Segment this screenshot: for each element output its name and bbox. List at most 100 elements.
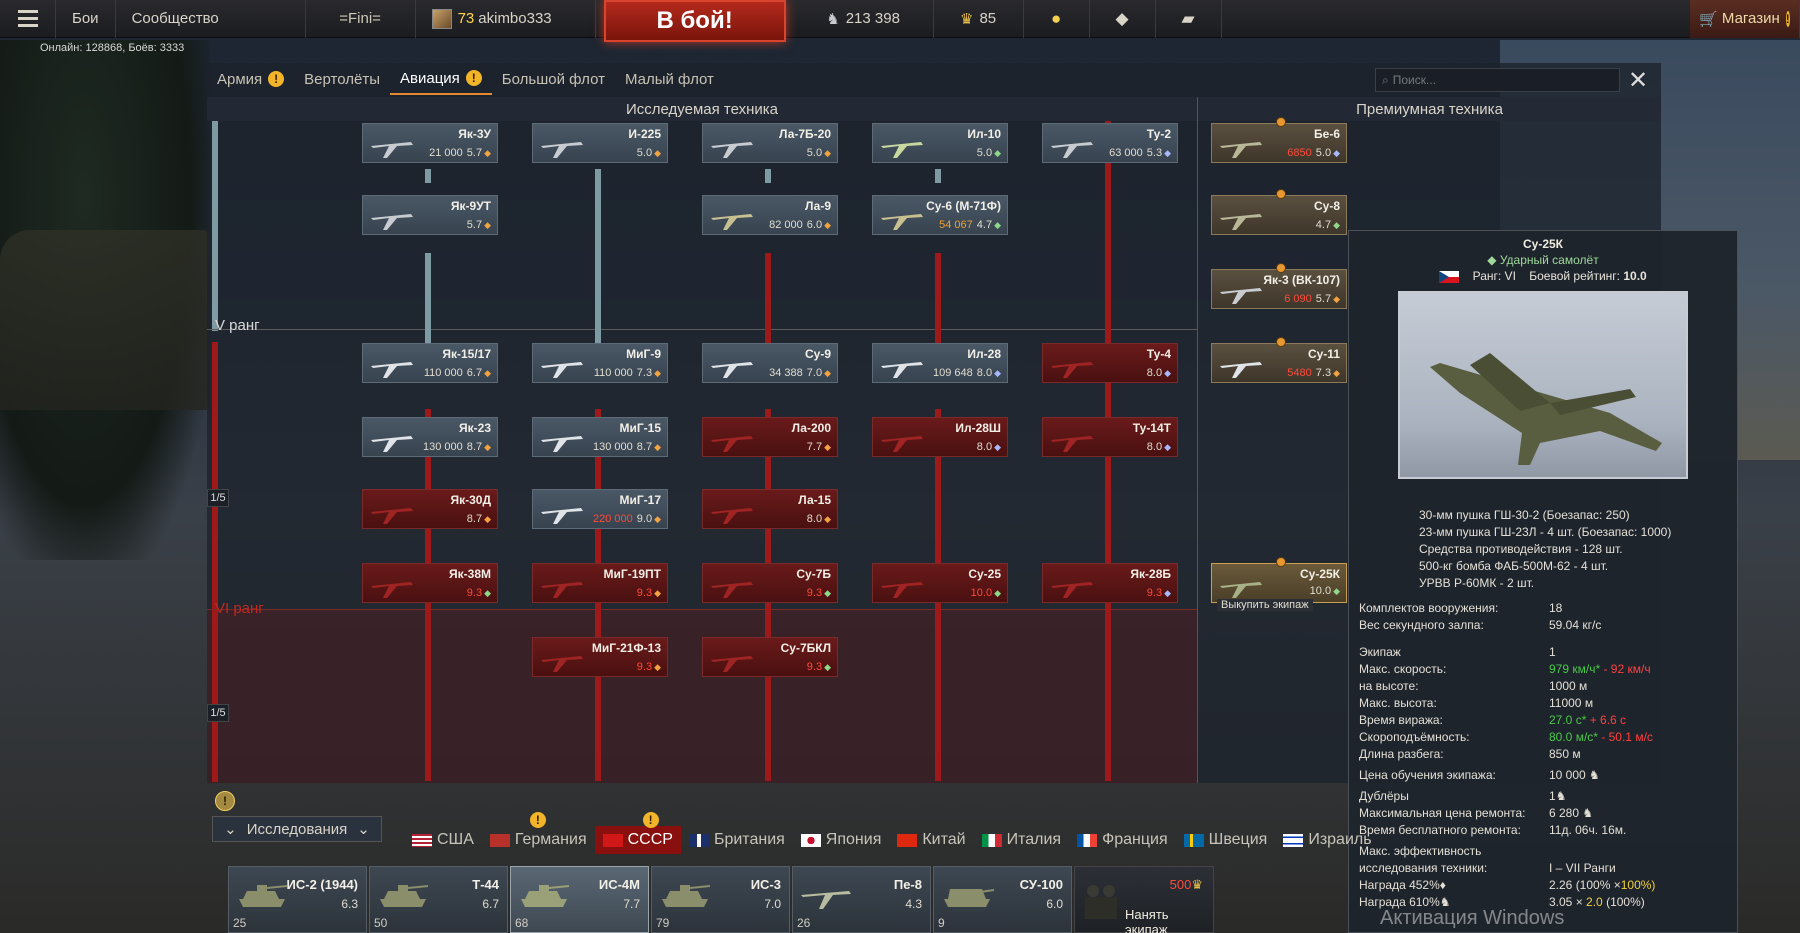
- armament-list: 30-мм пушка ГШ-30-2 (Боезапас: 250) 23-м…: [1419, 508, 1672, 590]
- vehicle-card-su-11[interactable]: Су-11 5480 7.3 ◆: [1211, 337, 1347, 383]
- shop-button[interactable]: 🛒 Магазин !: [1690, 0, 1800, 38]
- community-menu[interactable]: Сообщество: [116, 0, 306, 38]
- nation-ussr[interactable]: ! СССР: [594, 812, 681, 854]
- plane-icon: [711, 142, 753, 158]
- crew-slot-selected[interactable]: ИС-4М 7.7 68: [510, 866, 649, 933]
- vehicle-card-la-7b-20[interactable]: Ла-7Б-20 5.0 ◆: [702, 123, 838, 163]
- vehicle-card-mig-19pt[interactable]: МиГ-19ПТ 9.3 ◆: [532, 563, 668, 603]
- nation-germany[interactable]: ! Германия: [482, 812, 595, 854]
- crew-slots: ИС-2 (1944) 6.3 25 Т-44 6.7 50 ИС-4М 7.7…: [228, 866, 1214, 933]
- vehicle-card-yak-3u[interactable]: Як-3У 21 000 5.7 ◆: [362, 123, 498, 163]
- nation-italy[interactable]: Италия: [974, 826, 1069, 854]
- vehicle-card-il-28sh[interactable]: Ил-28Ш 8.0 ◆: [872, 417, 1008, 457]
- tank-icon: [380, 885, 428, 907]
- vehicle-card-tu-14t[interactable]: Ту-14Т 8.0 ◆: [1042, 417, 1178, 457]
- column-divider: [1197, 97, 1198, 783]
- vehicle-card-yak-38m[interactable]: Як-38М 9.3 ◆: [362, 563, 498, 603]
- nation-japan[interactable]: Япония: [793, 826, 890, 854]
- hamburger-icon[interactable]: [0, 0, 56, 38]
- plane-icon: [541, 582, 583, 598]
- vehicle-card-i-225[interactable]: И-225 5.0 ◆: [532, 123, 668, 163]
- vehicle-card-mig-15[interactable]: МиГ-15 130 000 8.7 ◆: [532, 417, 668, 457]
- crew-slot[interactable]: ИС-2 (1944) 6.3 25: [228, 866, 367, 933]
- plane-icon: [1051, 142, 1093, 158]
- warning-icon: !: [1785, 10, 1790, 27]
- class-icon: ◆: [1487, 253, 1500, 267]
- vehicle-card-su-8[interactable]: Су-8 4.7 ◆: [1211, 189, 1347, 235]
- vehicle-card-tu-2[interactable]: Ту-2 63 000 5.3 ◆: [1042, 123, 1178, 163]
- premium-icon: [1276, 263, 1286, 273]
- nation-britain[interactable]: Британия: [681, 826, 793, 854]
- vehicle-card-su-7b[interactable]: Су-7Б 9.3 ◆: [702, 563, 838, 603]
- research-toggle[interactable]: ⌄ Исследования ⌄: [212, 816, 382, 842]
- vehicle-card-mig-17[interactable]: МиГ-17 220 000 9.0 ◆: [532, 489, 668, 529]
- battles-menu[interactable]: Бои: [56, 0, 116, 38]
- buy-crew-hint[interactable]: Выкупить экипаж: [1217, 599, 1313, 611]
- vehicle-card-la-15[interactable]: Ла-15 8.0 ◆: [702, 489, 838, 529]
- plane-icon: [1220, 288, 1262, 304]
- rank-ratio: 1/5: [207, 704, 229, 722]
- rank-divider: [207, 609, 1197, 610]
- vehicle-card-yak-15-17[interactable]: Як-15/17 110 000 6.7 ◆: [362, 343, 498, 383]
- silver-lion-icon: ♞: [826, 10, 840, 28]
- golden-eagle-icon: ♛: [960, 10, 974, 28]
- vehicle-card-su-25[interactable]: Су-25 10.0 ◆: [872, 563, 1008, 603]
- player-profile[interactable]: 73 akimbo333: [416, 0, 596, 38]
- vehicle-card-il-28[interactable]: Ил-28 109 648 8.0 ◆: [872, 343, 1008, 383]
- vehicle-card-su-7bkl[interactable]: Су-7БКЛ 9.3 ◆: [702, 637, 838, 677]
- vehicle-card-su-25k[interactable]: Су-25К 10.0 ◆: [1211, 557, 1347, 603]
- plane-icon: [371, 582, 413, 598]
- flag-ussr-icon: [602, 833, 623, 847]
- vehicle-card-yak-30d[interactable]: Як-30Д 8.7 ◆: [362, 489, 498, 529]
- ticket-icon[interactable]: ▰: [1156, 0, 1222, 38]
- plane-icon: [541, 656, 583, 672]
- crew-soldiers-icon: [1085, 885, 1117, 919]
- nation-france[interactable]: Франция: [1069, 826, 1176, 854]
- tab-big-fleet[interactable]: Большой флот: [492, 63, 615, 95]
- tab-aviation[interactable]: Авиация!: [390, 63, 492, 95]
- lightbulb-icon[interactable]: ●: [1024, 0, 1090, 38]
- vehicle-card-yak-9ut[interactable]: Як-9УТ 5.7 ◆: [362, 195, 498, 235]
- plane-icon: [1220, 142, 1262, 158]
- search-input[interactable]: ⌕ Поиск...: [1375, 68, 1620, 92]
- nation-china[interactable]: Китай: [889, 826, 973, 854]
- tab-small-fleet[interactable]: Малый флот: [615, 63, 724, 95]
- vehicle-card-su-6[interactable]: Су-6 (М-71Ф) 54 067 4.7 ◆: [872, 195, 1008, 235]
- nation-usa[interactable]: США: [404, 826, 482, 854]
- flag-italy-icon: [981, 833, 1002, 847]
- vehicle-card-yak-28b[interactable]: Як-28Б 9.3 ◆: [1042, 563, 1178, 603]
- shield-icon[interactable]: !: [215, 791, 235, 811]
- stats-list: Комплектов вооружения: 18 Вес секундного …: [1359, 601, 1656, 909]
- vehicle-card-su-9[interactable]: Су-9 34 388 7.0 ◆: [702, 343, 838, 383]
- hire-crew-slot[interactable]: 500♛ Нанять экипаж: [1074, 866, 1214, 933]
- crew-slot[interactable]: Пе-8 4.3 26: [792, 866, 931, 933]
- plane-icon: [1051, 582, 1093, 598]
- vehicle-card-be-6[interactable]: Бе-6 6850 5.0 ◆: [1211, 117, 1347, 163]
- vehicle-card-la-9[interactable]: Ла-9 82 000 6.0 ◆: [702, 195, 838, 235]
- tab-helicopters[interactable]: Вертолёты: [294, 63, 390, 95]
- vehicle-card-il-10[interactable]: Ил-10 5.0 ◆: [872, 123, 1008, 163]
- clan-tag[interactable]: =Fini=: [306, 0, 416, 38]
- tab-army[interactable]: Армия!: [207, 63, 294, 95]
- premium-icon: [1276, 557, 1286, 567]
- crew-slot[interactable]: СУ-100 6.0 9: [933, 866, 1072, 933]
- diamond-icon[interactable]: ◆: [1090, 0, 1156, 38]
- nation-israel[interactable]: Израиль: [1275, 826, 1379, 854]
- plane-icon: [1051, 362, 1093, 378]
- crew-slot[interactable]: ИС-3 7.0 79: [651, 866, 790, 933]
- top-bar: Бои Сообщество =Fini= 73 akimbo333 В бой…: [0, 0, 1800, 42]
- crew-slot[interactable]: Т-44 6.7 50: [369, 866, 508, 933]
- to-battle-button[interactable]: В бой!: [603, 0, 786, 42]
- golden-eagle-icon: ♛: [1191, 877, 1203, 892]
- plane-icon: [371, 508, 413, 524]
- nation-sweden[interactable]: Швеция: [1176, 826, 1276, 854]
- vehicle-card-mig-21f-13[interactable]: МиГ-21Ф-13 9.3 ◆: [532, 637, 668, 677]
- vehicle-card-tu-4[interactable]: Ту-4 8.0 ◆: [1042, 343, 1178, 383]
- vehicle-card-la-200[interactable]: Ла-200 7.7 ◆: [702, 417, 838, 457]
- vehicle-card-yak-3-vk-107[interactable]: Як-3 (ВК-107) 6 090 5.7 ◆: [1211, 263, 1347, 309]
- close-icon[interactable]: ✕: [1625, 67, 1651, 94]
- vehicle-card-yak-23[interactable]: Як-23 130 000 8.7 ◆: [362, 417, 498, 457]
- silver-lions[interactable]: ♞ 213 398: [794, 0, 934, 38]
- golden-eagles[interactable]: ♛ 85: [934, 0, 1024, 38]
- vehicle-card-mig-9[interactable]: МиГ-9 110 000 7.3 ◆: [532, 343, 668, 383]
